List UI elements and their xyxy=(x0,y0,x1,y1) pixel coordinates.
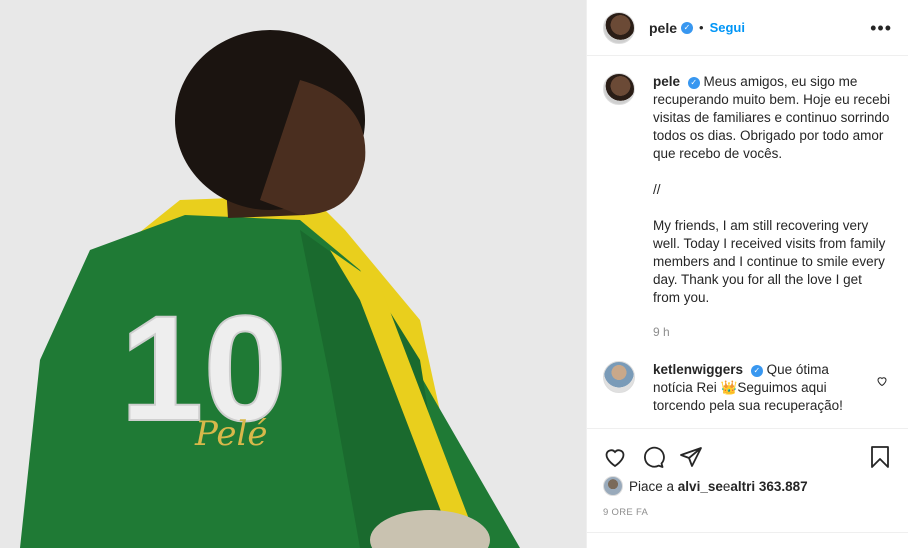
commenter-username[interactable]: ketlenwiggers xyxy=(653,362,743,377)
post-photo[interactable]: 10 Pelé xyxy=(0,0,586,548)
caption: pele ✓ Meus amigos, eu sigo me recuperan… xyxy=(603,73,892,341)
comment-like-heart-icon[interactable] xyxy=(876,375,888,390)
comment-item: ketlenwiggers ✓ Que ótima notícia Rei 👑S… xyxy=(603,361,892,415)
author-avatar[interactable] xyxy=(603,11,635,44)
caption-avatar[interactable] xyxy=(603,73,635,105)
caption-paragraph-en: My friends, I am still recovering very w… xyxy=(653,218,886,305)
caption-separator: // xyxy=(653,182,661,197)
likes-count[interactable]: altri 363.887 xyxy=(730,479,807,494)
commenter-avatar[interactable] xyxy=(603,361,635,393)
post-time-ago[interactable]: 9 ORE FA xyxy=(603,507,648,518)
jersey-signature: Pelé xyxy=(194,414,267,454)
verified-badge-icon: ✓ xyxy=(681,21,694,34)
comments-area[interactable]: pele ✓ Meus amigos, eu sigo me recuperan… xyxy=(587,57,908,428)
likes-user[interactable]: alvi_se xyxy=(678,479,723,494)
share-paper-plane-icon[interactable] xyxy=(679,445,703,469)
separator-dot: • xyxy=(699,20,704,35)
likes-prefix: Piace a xyxy=(629,478,675,494)
like-heart-icon[interactable] xyxy=(603,445,627,469)
follow-button[interactable]: Segui xyxy=(710,20,745,35)
caption-text-pt: pele ✓ Meus amigos, eu sigo me recuperan… xyxy=(653,73,892,163)
save-bookmark-icon[interactable] xyxy=(868,445,892,469)
caption-paragraph-pt: Meus amigos, eu sigo me recuperando muit… xyxy=(653,74,891,161)
caption-username[interactable]: pele xyxy=(653,74,680,89)
post-header: pele ✓ • Segui ••• xyxy=(587,0,908,56)
verified-badge-icon: ✓ xyxy=(687,77,700,89)
post-image: 10 Pelé xyxy=(0,0,586,548)
likes-summary[interactable]: Piace a alvi_se e altri 363.887 xyxy=(603,476,892,496)
more-options-icon[interactable]: ••• xyxy=(870,19,892,37)
post-side-panel: pele ✓ • Segui ••• pele ✓ Meus amigos, e… xyxy=(586,0,908,548)
add-comment-bar[interactable] xyxy=(587,532,908,548)
caption-timestamp[interactable]: 9 h xyxy=(653,323,892,341)
likes-middle: e xyxy=(722,478,731,494)
comment-bubble-icon[interactable] xyxy=(641,445,665,469)
verified-badge-icon: ✓ xyxy=(750,365,763,377)
liker-avatar xyxy=(603,476,623,496)
author-username[interactable]: pele xyxy=(649,20,677,36)
